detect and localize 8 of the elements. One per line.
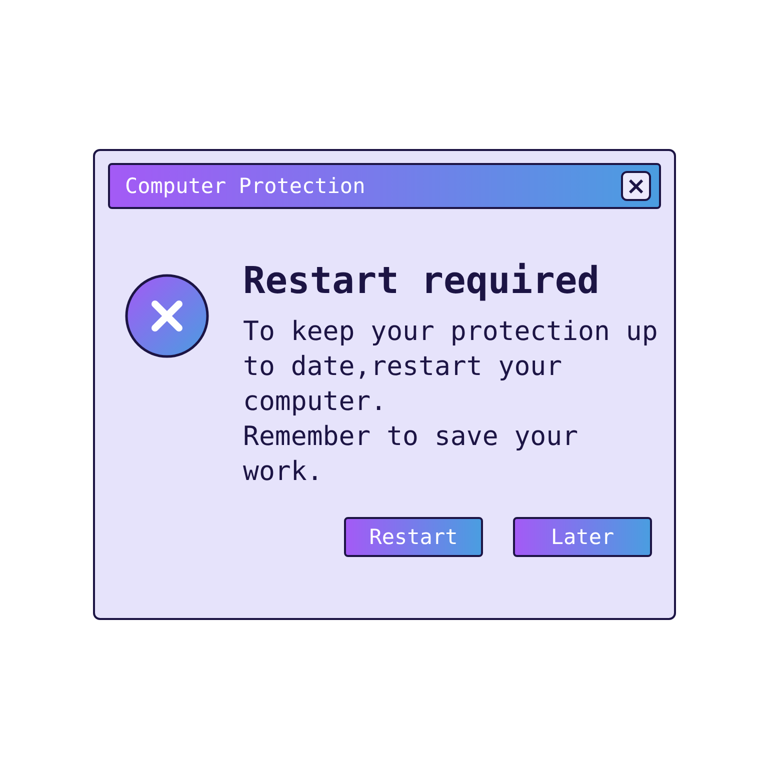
dialog-button[interactable]: Restart: [344, 517, 483, 557]
message-text: To keep your protection up to date,restart your computer.: [243, 315, 659, 419]
error-icon: [125, 274, 209, 358]
message-text: Remember to save your work.: [243, 420, 580, 489]
close-button[interactable]: ×: [621, 171, 651, 201]
window-title: Computer Protection: [125, 174, 366, 198]
dialog-button[interactable]: Later: [513, 517, 652, 557]
message-heading: Restart required: [243, 259, 600, 302]
